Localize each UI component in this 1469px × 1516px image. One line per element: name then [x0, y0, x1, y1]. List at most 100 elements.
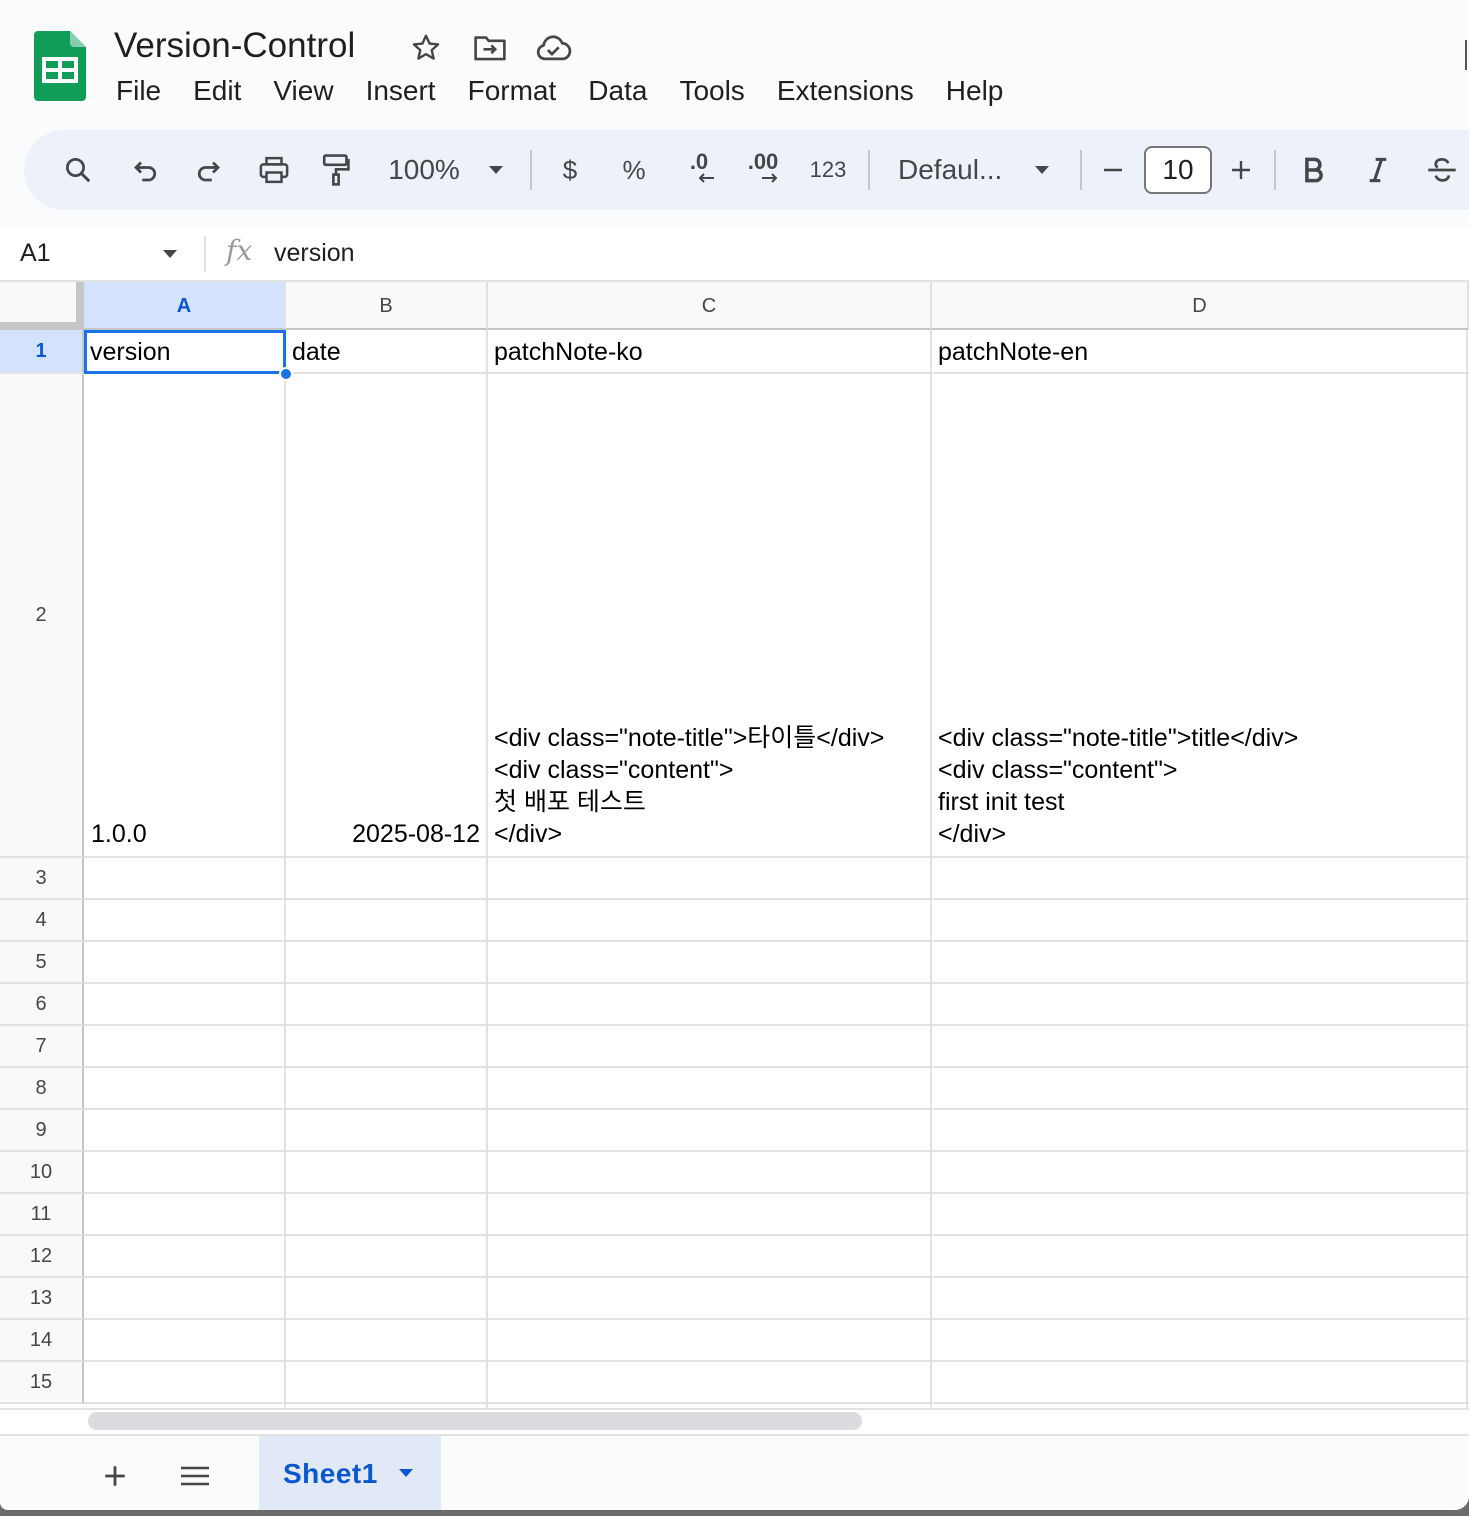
grid-line [84, 1024, 1469, 1026]
row-header-11[interactable]: 11 [0, 1194, 84, 1236]
grid-line [84, 1276, 1469, 1278]
name-box-dropdown-icon[interactable] [162, 246, 178, 264]
menu-help[interactable]: Help [930, 70, 1020, 112]
menu-bar: File Edit View Insert Format Data Tools … [100, 70, 1019, 112]
column-header-a[interactable]: A [84, 282, 286, 330]
cell-c1[interactable]: patchNote-ko [488, 336, 930, 372]
bold-icon[interactable] [1292, 130, 1336, 210]
cloud-saved-icon[interactable] [534, 28, 574, 68]
grid-line [84, 898, 1469, 900]
row-header-14[interactable]: 14 [0, 1320, 84, 1362]
cell-d1[interactable]: patchNote-en [932, 336, 1466, 372]
column-header-c[interactable]: C [488, 282, 932, 330]
row-header-4[interactable]: 4 [0, 900, 84, 942]
percent-format-button[interactable]: % [612, 130, 656, 210]
sheet-tab-label: Sheet1 [283, 1458, 378, 1489]
increase-decimal-button[interactable]: .00 [736, 130, 790, 210]
toolbar-separator [1080, 150, 1082, 190]
print-icon[interactable] [252, 130, 296, 210]
document-title[interactable]: Version-Control [114, 24, 355, 68]
sheet-bar: Sheet1 [0, 1434, 1469, 1510]
row-header-10[interactable]: 10 [0, 1152, 84, 1194]
menu-tools[interactable]: Tools [663, 70, 760, 112]
window-edge [1465, 40, 1469, 70]
menu-data[interactable]: Data [572, 70, 663, 112]
toolbar: 100% $ % .0 .00 123 Defaul... 10 [24, 130, 1469, 210]
grid-line [84, 940, 1469, 942]
row-header-6[interactable]: 6 [0, 984, 84, 1026]
cell-c2[interactable]: <div class="note-title">타이틀</div> <div c… [488, 374, 930, 856]
column-header-d[interactable]: D [932, 282, 1469, 330]
italic-icon[interactable] [1356, 130, 1400, 210]
redo-icon[interactable] [186, 130, 230, 210]
menu-view[interactable]: View [257, 70, 349, 112]
cell-b2[interactable]: 2025-08-12 [286, 374, 486, 856]
menu-file[interactable]: File [100, 70, 177, 112]
font-size-input[interactable]: 10 [1144, 146, 1212, 194]
cell-b1[interactable]: date [286, 336, 486, 372]
formula-bar: A1 fx version [0, 226, 1469, 282]
row-header-7[interactable]: 7 [0, 1026, 84, 1068]
grid-line [84, 1150, 1469, 1152]
column-header-b[interactable]: B [286, 282, 488, 330]
more-formats-button[interactable]: 123 [804, 130, 852, 210]
toolbar-separator [868, 150, 870, 190]
sheet-tab-sheet1[interactable]: Sheet1 [259, 1436, 441, 1510]
grid-line [84, 1108, 1469, 1110]
menu-insert[interactable]: Insert [350, 70, 452, 112]
spreadsheet-window: Version-Control File Edit View Insert Fo… [0, 0, 1469, 1510]
sheets-logo-icon[interactable] [34, 31, 86, 101]
formula-bar-separator [204, 236, 206, 272]
row-header-15[interactable]: 15 [0, 1362, 84, 1404]
row-header-2[interactable]: 2 [0, 374, 84, 858]
paint-format-icon[interactable] [314, 130, 358, 210]
zoom-select[interactable]: 100% [384, 130, 464, 210]
row-header-12[interactable]: 12 [0, 1236, 84, 1278]
grid-line [84, 1066, 1469, 1068]
sheet-tab-dropdown-icon[interactable] [398, 1465, 414, 1483]
undo-icon[interactable] [124, 130, 168, 210]
move-folder-icon[interactable] [470, 28, 510, 68]
cell-grid: A B C D 1 2 3 4 5 6 7 8 9 10 11 12 13 14… [0, 282, 1469, 1408]
grid-line [84, 856, 1469, 858]
row-header-13[interactable]: 13 [0, 1278, 84, 1320]
arrow-left-icon [698, 173, 714, 183]
row-header-1[interactable]: 1 [0, 330, 84, 374]
star-icon[interactable] [406, 28, 446, 68]
row-header-8[interactable]: 8 [0, 1068, 84, 1110]
search-icon[interactable] [56, 130, 100, 210]
plus-icon[interactable] [1222, 130, 1260, 210]
menu-edit[interactable]: Edit [177, 70, 257, 112]
fx-icon: fx [226, 234, 253, 267]
menu-format[interactable]: Format [452, 70, 573, 112]
font-dropdown-icon[interactable] [1028, 130, 1056, 210]
add-sheet-plus-icon[interactable] [91, 1452, 139, 1500]
decrease-decimal-button[interactable]: .0 [674, 130, 724, 210]
formula-input[interactable]: version [274, 236, 355, 270]
row-header-9[interactable]: 9 [0, 1110, 84, 1152]
cell-a2[interactable]: 1.0.0 [84, 374, 284, 856]
grid-line [84, 1360, 1469, 1362]
cell-a1[interactable]: version [84, 336, 284, 372]
fill-handle[interactable] [279, 367, 293, 381]
toolbar-separator [530, 150, 532, 190]
grid-line [1466, 330, 1468, 1408]
grid-line [84, 1234, 1469, 1236]
cell-d2[interactable]: <div class="note-title">title</div> <div… [932, 374, 1466, 856]
font-family-select[interactable]: Defaul... [898, 130, 1010, 210]
grid-line [84, 1192, 1469, 1194]
row-header-5[interactable]: 5 [0, 942, 84, 984]
strikethrough-icon[interactable] [1420, 130, 1464, 210]
grid-line [84, 982, 1469, 984]
all-sheets-menu-icon[interactable] [171, 1452, 219, 1500]
row-header-3[interactable]: 3 [0, 858, 84, 900]
name-box[interactable]: A1 [20, 236, 51, 270]
grid-line [84, 1318, 1469, 1320]
grid-line [84, 1402, 1469, 1404]
horizontal-scrollbar-thumb[interactable] [88, 1412, 862, 1430]
menu-extensions[interactable]: Extensions [761, 70, 930, 112]
currency-format-button[interactable]: $ [550, 130, 590, 210]
select-all-corner[interactable] [0, 282, 84, 330]
minus-icon[interactable] [1094, 130, 1132, 210]
zoom-dropdown-icon[interactable] [482, 130, 510, 210]
